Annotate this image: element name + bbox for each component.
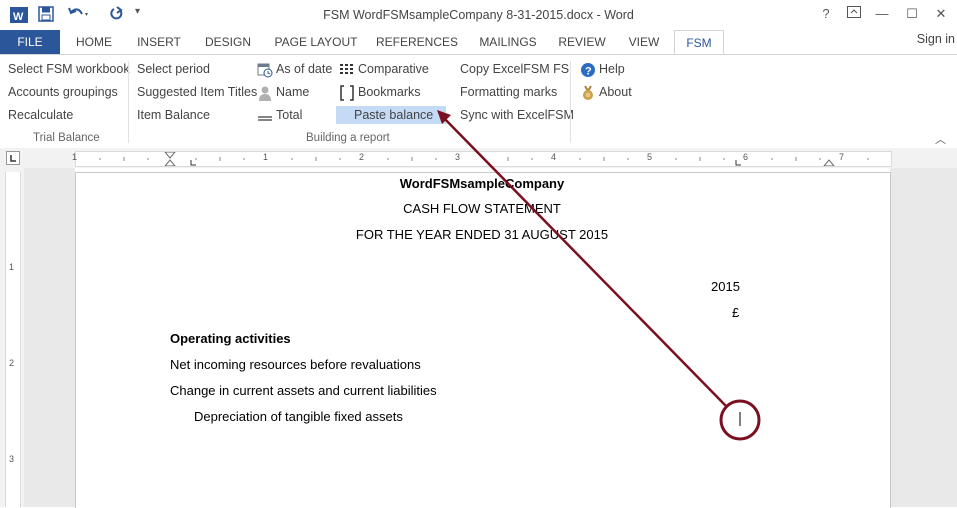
annotation-arrow-line xyxy=(439,113,727,407)
annotation-overlay xyxy=(437,110,761,441)
